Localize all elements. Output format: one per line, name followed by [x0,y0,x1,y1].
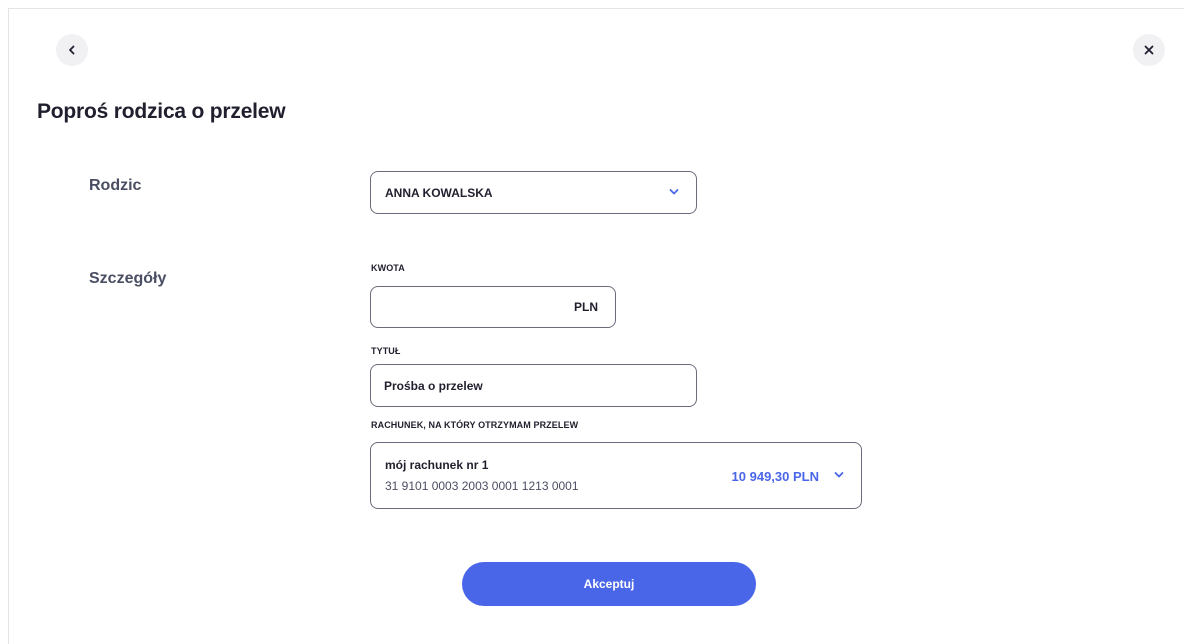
chevron-down-icon [834,472,844,478]
dialog: Poproś rodzica o przelew Rodzic Szczegół… [8,8,1184,644]
amount-input[interactable] [381,297,551,317]
details-section-label: Szczegóły [89,270,167,287]
account-number: 31 9101 0003 2003 0001 1213 0001 [385,479,579,493]
back-button[interactable] [56,34,88,66]
account-balance: 10 949,30 PLN [731,469,819,484]
chevron-down-icon [669,189,679,195]
page-title: Poproś rodzica o przelew [37,100,286,123]
parent-select-value: ANNA KOWALSKA [385,186,493,200]
transfer-title-field[interactable] [370,364,697,407]
accept-button[interactable]: Akceptuj [462,562,756,606]
amount-field[interactable]: PLN [370,286,616,328]
close-button[interactable] [1133,34,1165,66]
account-name: mój rachunek nr 1 [385,458,489,472]
account-label: RACHUNEK, NA KTÓRY OTRZYMAM PRZELEW [371,420,579,430]
currency-label: PLN [574,300,598,314]
transfer-title-label: TYTUŁ [371,346,401,356]
parent-select[interactable]: ANNA KOWALSKA [370,171,697,214]
transfer-title-input[interactable] [384,377,674,395]
amount-label: KWOTA [371,263,405,273]
parent-section-label: Rodzic [89,177,142,194]
close-icon [1144,45,1154,55]
chevron-left-icon [69,45,75,55]
account-select[interactable]: mój rachunek nr 1 31 9101 0003 2003 0001… [370,442,862,509]
